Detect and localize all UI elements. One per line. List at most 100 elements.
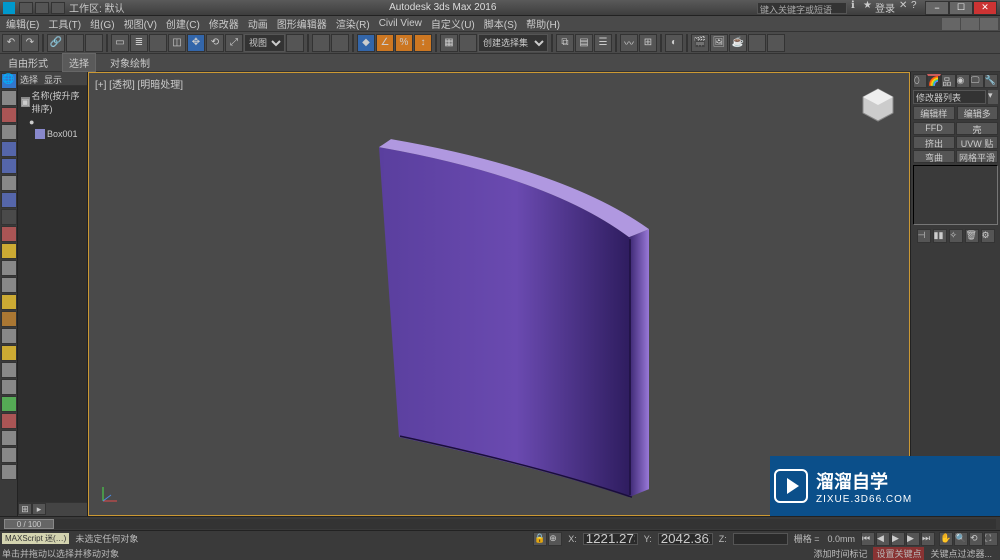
angle-snap-icon[interactable]: ∠ [376, 34, 394, 52]
minimize-button[interactable]: − [925, 1, 949, 15]
dropdown-arrow-icon[interactable]: ▾ [988, 90, 998, 104]
render-setup-icon[interactable]: 🎬 [691, 34, 709, 52]
modifier-list-dropdown[interactable]: 修改器列表 [913, 90, 986, 104]
lt-globe-icon[interactable]: 🌐 [1, 73, 17, 89]
lt-icon-14[interactable] [1, 294, 17, 310]
menu-modifiers[interactable]: 修改器 [205, 15, 243, 32]
x-coord-input[interactable] [583, 533, 638, 545]
pivot-icon[interactable] [286, 34, 304, 52]
lt-icon-9[interactable] [1, 209, 17, 225]
pin-stack-icon[interactable]: ⊣ [917, 229, 931, 243]
edit-poly-button[interactable]: 编辑多边形 [957, 106, 999, 120]
menu-create[interactable]: 创建(C) [162, 15, 204, 32]
tab-object-paint[interactable]: 对象绘制 [104, 54, 156, 71]
y-coord-input[interactable] [658, 533, 713, 545]
show-result-icon[interactable]: ▮▮ [933, 229, 947, 243]
lt-icon-15[interactable] [1, 311, 17, 327]
abs-rel-icon[interactable]: ⊕ [548, 532, 562, 546]
menu-civil[interactable]: Civil View [375, 17, 426, 30]
lock-icon[interactable]: 🔒 [533, 532, 547, 546]
keyboard-icon[interactable] [331, 34, 349, 52]
menu-edit[interactable]: 编辑(E) [2, 15, 43, 32]
menu-win-close[interactable] [980, 18, 998, 30]
lt-icon-2[interactable] [1, 90, 17, 106]
scene-root[interactable]: ● [28, 116, 85, 128]
play-end-icon[interactable]: ⏭ [921, 532, 935, 546]
lt-icon-22[interactable] [1, 430, 17, 446]
create-tab[interactable]: ⬯ [913, 74, 927, 88]
menu-view[interactable]: 视图(V) [120, 15, 161, 32]
move-icon[interactable]: ✥ [187, 34, 205, 52]
lt-icon-13[interactable] [1, 277, 17, 293]
exchange-icon[interactable]: ✕ [899, 0, 909, 10]
select-manip-icon[interactable] [312, 34, 330, 52]
lt-icon-10[interactable] [1, 226, 17, 242]
render-frame-icon[interactable]: 🖼 [710, 34, 728, 52]
render-iter-icon[interactable] [748, 34, 766, 52]
nav-orbit-icon[interactable]: ⟲ [969, 532, 983, 546]
menu-help[interactable]: 帮助(H) [522, 15, 564, 32]
workspace-label[interactable]: 工作区: 默认 [65, 0, 129, 15]
layers-icon[interactable]: ☰ [594, 34, 612, 52]
select-region-icon[interactable] [149, 34, 167, 52]
scene-col-display[interactable]: 显示 [44, 73, 62, 84]
lt-icon-11[interactable] [1, 243, 17, 259]
menu-render[interactable]: 渲染(R) [332, 15, 374, 32]
lt-icon-16[interactable] [1, 328, 17, 344]
modifier-stack[interactable] [913, 165, 998, 225]
tab-select[interactable]: 选择 [62, 53, 96, 72]
play-prev-icon[interactable]: ◀ [876, 532, 890, 546]
sign-in-label[interactable]: 登录 [875, 0, 895, 15]
percent-snap-icon[interactable]: % [395, 34, 413, 52]
lt-icon-24[interactable] [1, 464, 17, 480]
menu-group[interactable]: 组(G) [86, 15, 118, 32]
maxscript-listener[interactable]: MAXScript 迷(…) [2, 533, 69, 544]
nav-zoom-icon[interactable]: 🔍 [954, 532, 968, 546]
star-icon[interactable]: ★ [863, 0, 873, 10]
rotate-icon[interactable]: ⟲ [206, 34, 224, 52]
mirror-icon[interactable]: ⧉ [556, 34, 574, 52]
bind-icon[interactable] [85, 34, 103, 52]
edit-spline-button[interactable]: 编辑样条线 [913, 106, 955, 120]
select-icon[interactable]: ▭ [111, 34, 129, 52]
render-icon[interactable]: ☕ [729, 34, 747, 52]
perspective-viewport[interactable]: [+] [透视] [明暗处理] [88, 72, 910, 516]
hierarchy-tab[interactable]: 品 [941, 74, 955, 88]
qat-undo-icon[interactable] [35, 2, 49, 14]
scene-item-box001[interactable]: Box001 [34, 128, 85, 140]
set-key-label[interactable]: 设置关键点 [873, 547, 924, 560]
lt-icon-17[interactable] [1, 345, 17, 361]
coord-dropdown[interactable]: 视图 [244, 34, 285, 52]
qat-redo-icon[interactable] [51, 2, 65, 14]
spinner-snap-icon[interactable]: ↕ [414, 34, 432, 52]
menu-script[interactable]: 脚本(S) [480, 15, 521, 32]
menu-win-min[interactable] [942, 18, 960, 30]
modify-tab[interactable]: 🌈 [927, 74, 941, 88]
play-start-icon[interactable]: ⏮ [861, 532, 875, 546]
close-button[interactable]: ✕ [973, 1, 997, 15]
nav-pan-icon[interactable]: ✋ [939, 532, 953, 546]
menu-graph[interactable]: 图形编辑器 [273, 15, 331, 32]
maximize-button[interactable]: ☐ [949, 1, 973, 15]
link-icon[interactable]: 🔗 [47, 34, 65, 52]
view-cube[interactable] [857, 85, 899, 127]
edit-selection-icon[interactable] [459, 34, 477, 52]
lt-icon-21[interactable] [1, 413, 17, 429]
remove-mod-icon[interactable]: 🗑 [965, 229, 979, 243]
time-slider[interactable]: 0 / 100 [0, 516, 1000, 530]
window-crossing-icon[interactable]: ◫ [168, 34, 186, 52]
lt-icon-6[interactable] [1, 158, 17, 174]
mod-meshsmooth[interactable]: 网格平滑 [956, 150, 998, 163]
selection-set-dropdown[interactable]: 创建选择集 [478, 34, 548, 52]
motion-tab[interactable]: ◉ [956, 74, 970, 88]
make-unique-icon[interactable]: ✧ [949, 229, 963, 243]
key-filter-label[interactable]: 关键点过滤器... [930, 547, 992, 560]
lt-icon-4[interactable] [1, 124, 17, 140]
lt-icon-7[interactable] [1, 175, 17, 191]
time-handle[interactable]: 0 / 100 [4, 519, 54, 529]
play-icon[interactable]: ▶ [891, 532, 905, 546]
lt-icon-3[interactable] [1, 107, 17, 123]
lt-icon-8[interactable] [1, 192, 17, 208]
mod-shell[interactable]: 壳 [956, 122, 998, 135]
lt-icon-12[interactable] [1, 260, 17, 276]
